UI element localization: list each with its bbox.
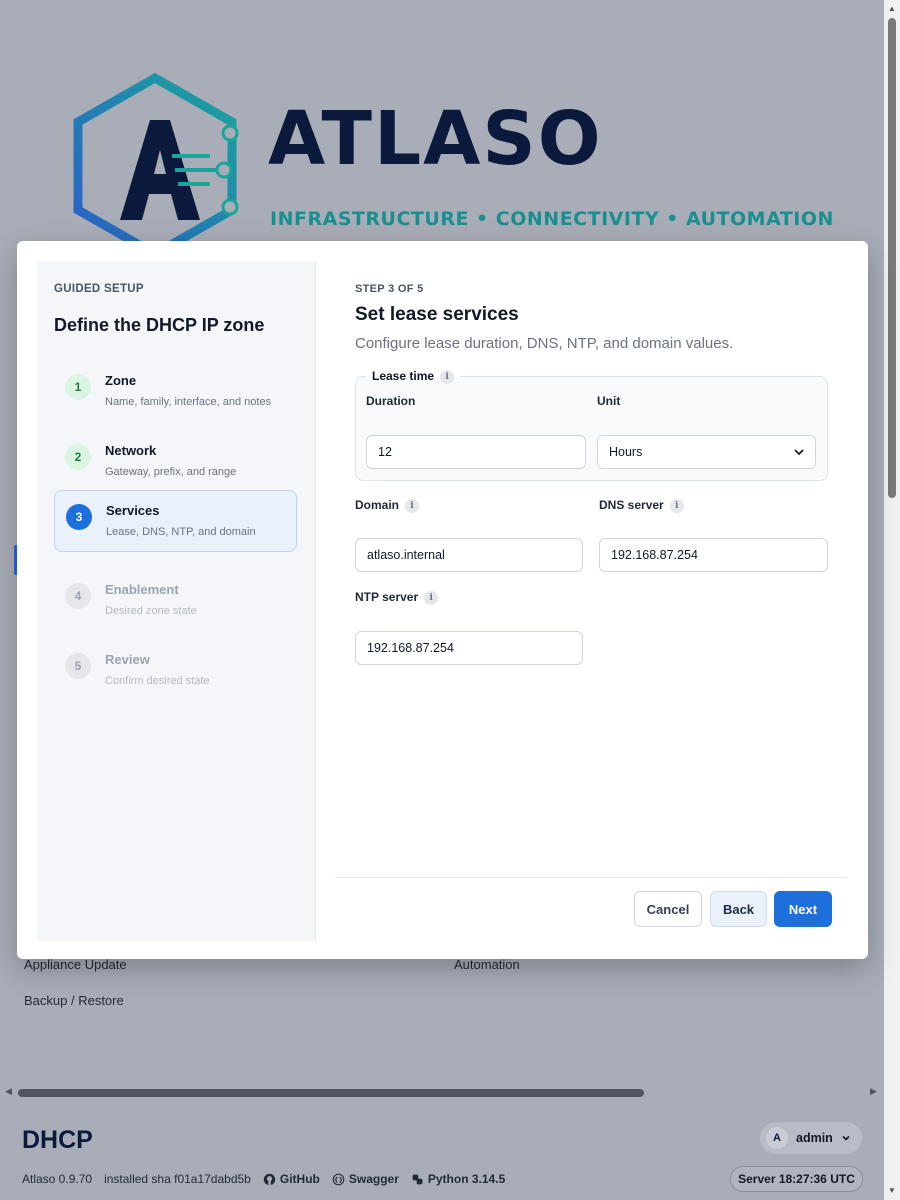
python-icon [412, 1174, 423, 1184]
step-number: 1 [65, 374, 91, 400]
scroll-down-icon[interactable]: ▼ [888, 1186, 896, 1195]
step-number: 5 [65, 653, 91, 679]
horizontal-scroll-thumb[interactable] [18, 1089, 644, 1097]
step-number: 2 [65, 444, 91, 470]
horizontal-scrollbar[interactable]: ◀ ▶ [0, 1082, 884, 1102]
brand-tagline: INFRASTRUCTURE • CONNECTIVITY • AUTOMATI… [270, 208, 834, 230]
page-footer: DHCP A admin Atlaso 0.9.70 installed sha… [0, 1102, 884, 1200]
step-number: 3 [66, 504, 92, 530]
step-number: 4 [65, 583, 91, 609]
next-button[interactable]: Next [774, 891, 832, 927]
unit-selected-value: Hours [609, 445, 643, 459]
step-review: 5 Review Confirm desired state [54, 640, 297, 702]
swagger-link[interactable]: {} Swagger [332, 1172, 399, 1186]
hexagon-logo-icon [73, 72, 239, 260]
unit-select[interactable]: Hours [597, 435, 816, 469]
step-label: Enablement [105, 582, 179, 597]
domain-input[interactable]: atlaso.internal [355, 538, 583, 572]
step-label: Review [105, 652, 150, 667]
info-icon[interactable]: i [440, 369, 455, 384]
scroll-up-icon[interactable]: ▲ [888, 4, 896, 13]
swagger-label: Swagger [348, 1172, 399, 1186]
ntp-server-label-text: NTP server [355, 590, 419, 604]
step-label: Network [105, 443, 157, 458]
github-link[interactable]: GitHub [263, 1172, 320, 1186]
dns-server-label-text: DNS server [599, 498, 664, 512]
step-title: Set lease services [355, 304, 519, 325]
duration-label: Duration [366, 394, 416, 408]
vertical-scrollbar[interactable]: ▲ ▼ [884, 0, 900, 1200]
swagger-icon: {} [332, 1173, 345, 1185]
appliance-update-link[interactable]: Appliance Update [24, 957, 127, 972]
vertical-scroll-thumb[interactable] [888, 18, 896, 498]
step-description: Confirm desired state [105, 675, 210, 687]
wizard-step-content: STEP 3 OF 5 Set lease services Configure… [355, 241, 850, 959]
svg-text:{}: {} [334, 1175, 343, 1183]
step-enablement: 4 Enablement Desired zone state [54, 570, 297, 632]
step-services[interactable]: 3 Services Lease, DNS, NTP, and domain [54, 490, 297, 552]
backup-restore-link[interactable]: Backup / Restore [24, 993, 124, 1008]
unit-label: Unit [597, 394, 621, 408]
chevron-down-icon [794, 449, 804, 456]
installed-sha-text: installed sha f01a17dabd5b [104, 1172, 251, 1186]
step-label: Services [106, 503, 160, 518]
dns-server-input[interactable]: 192.168.87.254 [599, 538, 828, 572]
back-button[interactable]: Back [710, 891, 767, 927]
step-description: Lease, DNS, NTP, and domain [106, 526, 256, 538]
step-zone[interactable]: 1 Zone Name, family, interface, and note… [54, 361, 297, 423]
username: admin [796, 1131, 833, 1145]
domain-label-text: Domain [355, 498, 400, 512]
scroll-right-icon[interactable]: ▶ [870, 1086, 877, 1097]
step-indicator: STEP 3 OF 5 [355, 283, 424, 295]
duration-input[interactable]: 12 [366, 435, 586, 469]
github-label: GitHub [279, 1172, 320, 1186]
wizard-steps-panel: GUIDED SETUP Define the DHCP IP zone 1 Z… [37, 261, 316, 941]
guided-setup-label: GUIDED SETUP [54, 283, 144, 295]
step-label: Zone [105, 373, 137, 388]
step-subtitle: Configure lease duration, DNS, NTP, and … [355, 335, 734, 352]
avatar: A [766, 1127, 788, 1149]
user-menu-button[interactable]: A admin [760, 1122, 862, 1154]
ntp-server-input[interactable]: 192.168.87.254 [355, 631, 583, 665]
info-icon[interactable]: i [424, 590, 439, 605]
scroll-left-icon[interactable]: ◀ [5, 1086, 12, 1097]
step-description: Name, family, interface, and notes [105, 396, 272, 408]
wizard-title: Define the DHCP IP zone [54, 315, 265, 335]
lease-time-label: Lease time [372, 369, 435, 383]
python-label: Python 3.14.5 [427, 1172, 506, 1186]
version-text: Atlaso 0.9.70 [22, 1172, 93, 1186]
github-icon [263, 1173, 276, 1185]
info-icon[interactable]: i [405, 498, 420, 513]
ntp-server-label: NTP server i [355, 590, 439, 605]
cancel-button[interactable]: Cancel [634, 891, 702, 927]
footer-meta: Atlaso 0.9.70 installed sha f01a17dabd5b… [22, 1172, 505, 1186]
step-description: Gateway, prefix, and range [105, 466, 237, 478]
page-title: DHCP [22, 1126, 93, 1154]
step-network[interactable]: 2 Network Gateway, prefix, and range [54, 431, 297, 493]
dhcp-zone-wizard-dialog: GUIDED SETUP Define the DHCP IP zone 1 Z… [17, 241, 868, 959]
lease-time-legend: Lease time i [366, 369, 460, 384]
server-time-badge: Server 18:27:36 UTC [730, 1166, 863, 1192]
automation-link[interactable]: Automation [454, 957, 520, 972]
footer-divider [335, 877, 847, 878]
brand-wordmark: ATLASO [268, 96, 603, 182]
chevron-down-icon [842, 1135, 850, 1141]
domain-label: Domain i [355, 498, 420, 513]
dns-server-label: DNS server i [599, 498, 684, 513]
info-icon[interactable]: i [669, 498, 684, 513]
python-link[interactable]: Python 3.14.5 [411, 1172, 505, 1186]
step-description: Desired zone state [105, 605, 197, 617]
